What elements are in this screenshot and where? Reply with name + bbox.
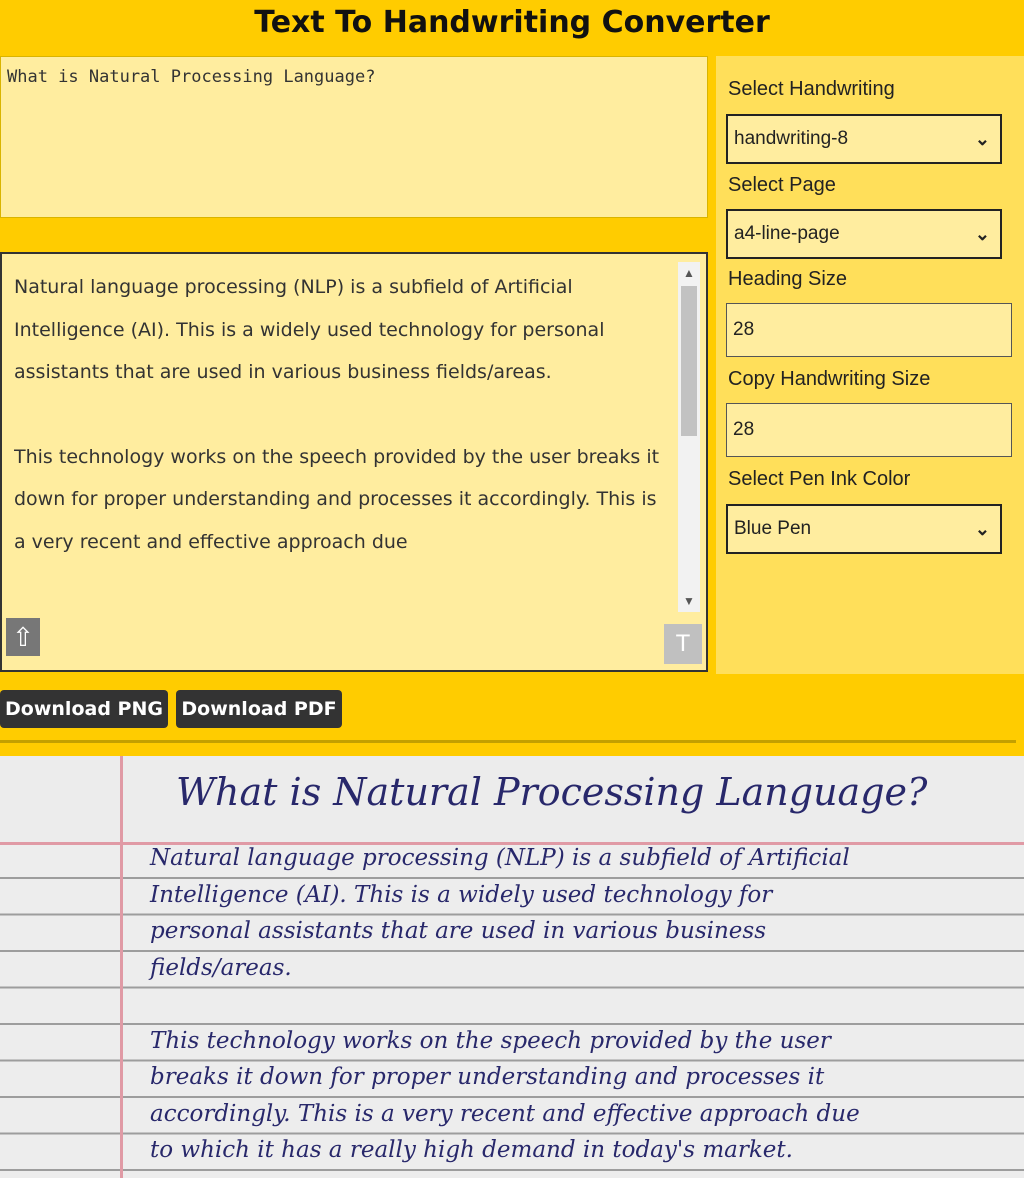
preview-paragraph: Natural language processing (NLP) is a s… <box>150 840 1010 986</box>
body-paragraph: Natural language processing (NLP) is a s… <box>14 276 605 383</box>
body-text-area[interactable]: Natural language processing (NLP) is a s… <box>0 252 708 672</box>
divider <box>0 740 1016 743</box>
scroll-down-icon[interactable]: ▼ <box>678 590 700 612</box>
preview-line: Intelligence (AI). This is a widely used… <box>150 881 773 908</box>
copy-size-input[interactable]: 28 <box>726 403 1012 457</box>
chevron-down-icon: ⌄ <box>974 519 990 539</box>
page-label: Select Page <box>728 174 836 196</box>
copy-size-label: Copy Handwriting Size <box>728 368 931 390</box>
handwriting-label: Select Handwriting <box>728 78 895 100</box>
page-select-value: a4-line-page <box>734 223 840 244</box>
preview-line: breaks it down for proper understanding … <box>150 1064 825 1090</box>
preview-line: This technology works on the speech prov… <box>150 1027 831 1054</box>
preview-line: accordingly. This is a very recent and e… <box>150 1100 860 1127</box>
preview-body: Natural language processing (NLP) is a s… <box>150 840 1010 1178</box>
preview-line: fields/areas. <box>150 954 292 981</box>
chevron-down-icon: ⌄ <box>974 224 990 244</box>
page-select[interactable]: a4-line-page ⌄ <box>726 209 1002 259</box>
settings-panel: Select Handwriting handwriting-8 ⌄ Selec… <box>716 56 1024 674</box>
upload-icon[interactable]: ⇧ <box>6 618 40 656</box>
preview-line: Natural language processing (NLP) is a s… <box>150 845 850 871</box>
preview-line: to which it has a really high demand in … <box>150 1137 793 1163</box>
handwriting-preview: What is Natural Processing Language? Nat… <box>0 756 1024 1178</box>
clear-format-icon[interactable]: T <box>664 624 702 664</box>
body-scrollbar[interactable]: ▲ ▼ <box>678 262 700 612</box>
paper-margin-line <box>120 756 123 1178</box>
ink-color-select[interactable]: Blue Pen ⌄ <box>726 504 1002 554</box>
download-pdf-button[interactable]: Download PDF <box>176 690 342 728</box>
heading-input[interactable]: What is Natural Processing Language? <box>0 56 708 218</box>
handwriting-select-value: handwriting-8 <box>734 128 849 149</box>
preview-line: personal assistants that are used in var… <box>150 918 767 944</box>
heading-size-input[interactable]: 28 <box>726 303 1012 357</box>
preview-paragraph: This technology works on the speech prov… <box>150 1023 1010 1169</box>
ink-color-label: Select Pen Ink Color <box>728 468 911 490</box>
preview-heading: What is Natural Processing Language? <box>176 770 928 814</box>
page-title: Text To Handwriting Converter <box>254 5 770 40</box>
heading-size-label: Heading Size <box>728 268 847 290</box>
scroll-thumb[interactable] <box>681 286 697 436</box>
download-png-button[interactable]: Download PNG <box>0 690 168 728</box>
body-text-content: Natural language processing (NLP) is a s… <box>14 266 674 616</box>
ink-color-select-value: Blue Pen <box>734 518 812 539</box>
handwriting-select[interactable]: handwriting-8 ⌄ <box>726 114 1002 164</box>
chevron-down-icon: ⌄ <box>974 129 990 149</box>
scroll-up-icon[interactable]: ▲ <box>678 262 700 284</box>
body-paragraph: This technology works on the speech prov… <box>14 445 660 553</box>
